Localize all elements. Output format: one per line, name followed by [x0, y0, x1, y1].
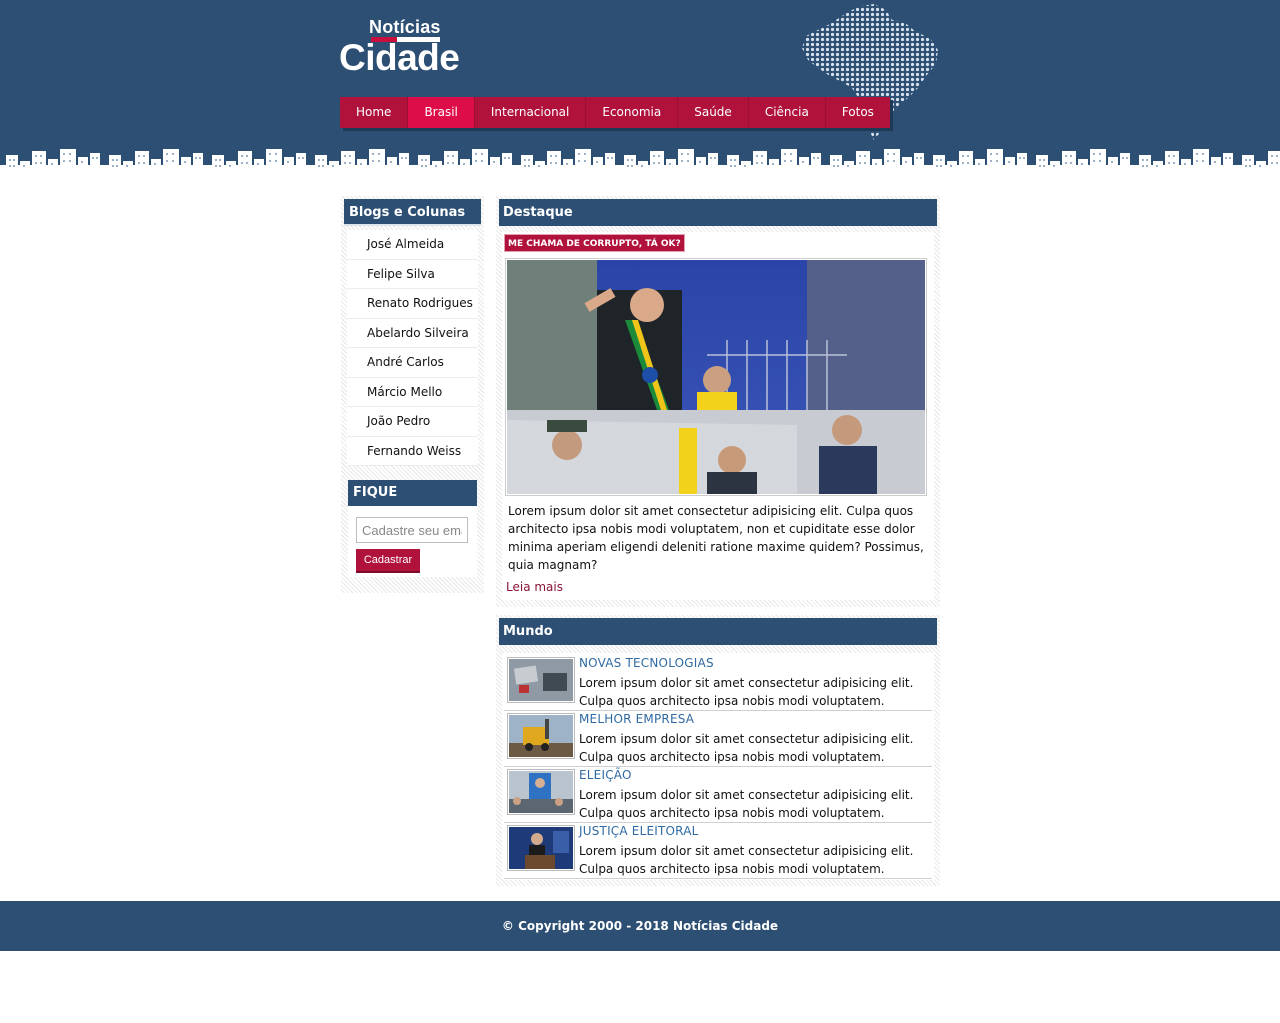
- nav-item-saude[interactable]: Saúde: [678, 97, 749, 128]
- logo-small-text: Notícias: [369, 17, 441, 37]
- destaque-body: ME CHAMA DE CORRUPTO, TÁ OK? Lorem ipsum…: [502, 232, 934, 600]
- sidebar: Blogs e Colunas José Almeida Felipe Silv…: [341, 196, 484, 593]
- newsletter-box: FIQUE ATUALIZADO Cadastrar: [348, 480, 477, 577]
- sidebar-item-renato-rodrigues[interactable]: Renato Rodrigues: [347, 289, 478, 319]
- destaque-read-more-link[interactable]: Leia mais: [506, 580, 563, 594]
- nav-item-brasil[interactable]: Brasil: [408, 97, 475, 128]
- logo-big-text: Cidade: [339, 37, 460, 78]
- mundo-list: NOVAS TECNOLOGIAS Lorem ipsum dolor sit …: [502, 653, 934, 880]
- destaque-panel: Destaque ME CHAMA DE CORRUPTO, TÁ OK? Lo…: [496, 196, 940, 607]
- list-item[interactable]: NOVAS TECNOLOGIAS Lorem ipsum dolor sit …: [504, 655, 932, 711]
- parade-photo-icon: [507, 260, 925, 494]
- list-item[interactable]: MELHOR EMPRESA Lorem ipsum dolor sit ame…: [504, 711, 932, 767]
- sidebar-item-jose-almeida[interactable]: José Almeida: [347, 230, 478, 260]
- nav-item-ciencia[interactable]: Ciência: [749, 97, 826, 128]
- site-footer: © Copyright 2000 - 2018 Notícias Cidade: [0, 901, 1280, 951]
- destaque-tag[interactable]: ME CHAMA DE CORRUPTO, TÁ OK?: [504, 234, 685, 252]
- list-item-title[interactable]: NOVAS TECNOLOGIAS: [579, 656, 714, 670]
- list-item[interactable]: JUSTIÇA ELEITORAL Lorem ipsum dolor sit …: [504, 823, 932, 879]
- newsletter-email-input[interactable]: [356, 517, 468, 543]
- mundo-title: Mundo: [499, 618, 937, 645]
- list-item-title[interactable]: ELEIÇÃO: [579, 768, 632, 782]
- nav-item-economia[interactable]: Economia: [586, 97, 679, 128]
- list-item-text: Lorem ipsum dolor sit amet consectetur a…: [579, 844, 914, 876]
- copyright-text: © Copyright 2000 - 2018 Notícias Cidade: [501, 919, 779, 933]
- sidebar-item-fernando-weiss[interactable]: Fernando Weiss: [347, 437, 478, 466]
- sidebar-item-felipe-silva[interactable]: Felipe Silva: [347, 260, 478, 289]
- blog-list: José Almeida Felipe Silva Renato Rodrigu…: [347, 230, 478, 466]
- list-item-text: Lorem ipsum dolor sit amet consectetur a…: [579, 676, 914, 708]
- mundo-panel: Mundo NOVAS TECNOLOGIAS Lorem ipsum dolo…: [496, 615, 940, 886]
- desk-photo-icon[interactable]: [507, 657, 575, 703]
- list-item[interactable]: ELEIÇÃO Lorem ipsum dolor sit amet conse…: [504, 767, 932, 823]
- nav-item-home[interactable]: Home: [340, 97, 409, 128]
- rally-photo-icon[interactable]: [507, 769, 575, 815]
- destaque-photo[interactable]: [505, 258, 927, 496]
- sidebar-item-marcio-mello[interactable]: Márcio Mello: [347, 378, 478, 407]
- list-item-text: Lorem ipsum dolor sit amet consectetur a…: [579, 788, 914, 820]
- list-item-text: Lorem ipsum dolor sit amet consectetur a…: [579, 732, 914, 764]
- list-item-title[interactable]: JUSTIÇA ELEITORAL: [579, 824, 699, 838]
- main-nav: Home Brasil Internacional Economia Saúde…: [340, 97, 890, 128]
- newsletter-submit-button[interactable]: Cadastrar: [356, 549, 420, 573]
- sidebar-title: Blogs e Colunas: [344, 199, 481, 226]
- newsletter-title: FIQUE ATUALIZADO: [348, 480, 477, 526]
- sidebar-item-joao-pedro[interactable]: João Pedro: [347, 407, 478, 437]
- site-header: Notícias Cidade Home Brasil Internaciona…: [0, 0, 1280, 186]
- sidebar-item-andre-carlos[interactable]: André Carlos: [347, 348, 478, 378]
- nav-item-internacional[interactable]: Internacional: [475, 97, 587, 128]
- sidebar-item-abelardo-silveira[interactable]: Abelardo Silveira: [347, 319, 478, 348]
- construction-photo-icon[interactable]: [507, 713, 575, 759]
- speaker-photo-icon[interactable]: [507, 825, 575, 871]
- city-skyline-icon: [0, 143, 1280, 186]
- destaque-title: Destaque: [499, 199, 937, 226]
- nav-item-fotos[interactable]: Fotos: [826, 97, 890, 128]
- site-logo[interactable]: Notícias Cidade: [339, 16, 469, 78]
- list-item-title[interactable]: MELHOR EMPRESA: [579, 712, 694, 726]
- destaque-text: Lorem ipsum dolor sit amet consectetur a…: [508, 504, 924, 572]
